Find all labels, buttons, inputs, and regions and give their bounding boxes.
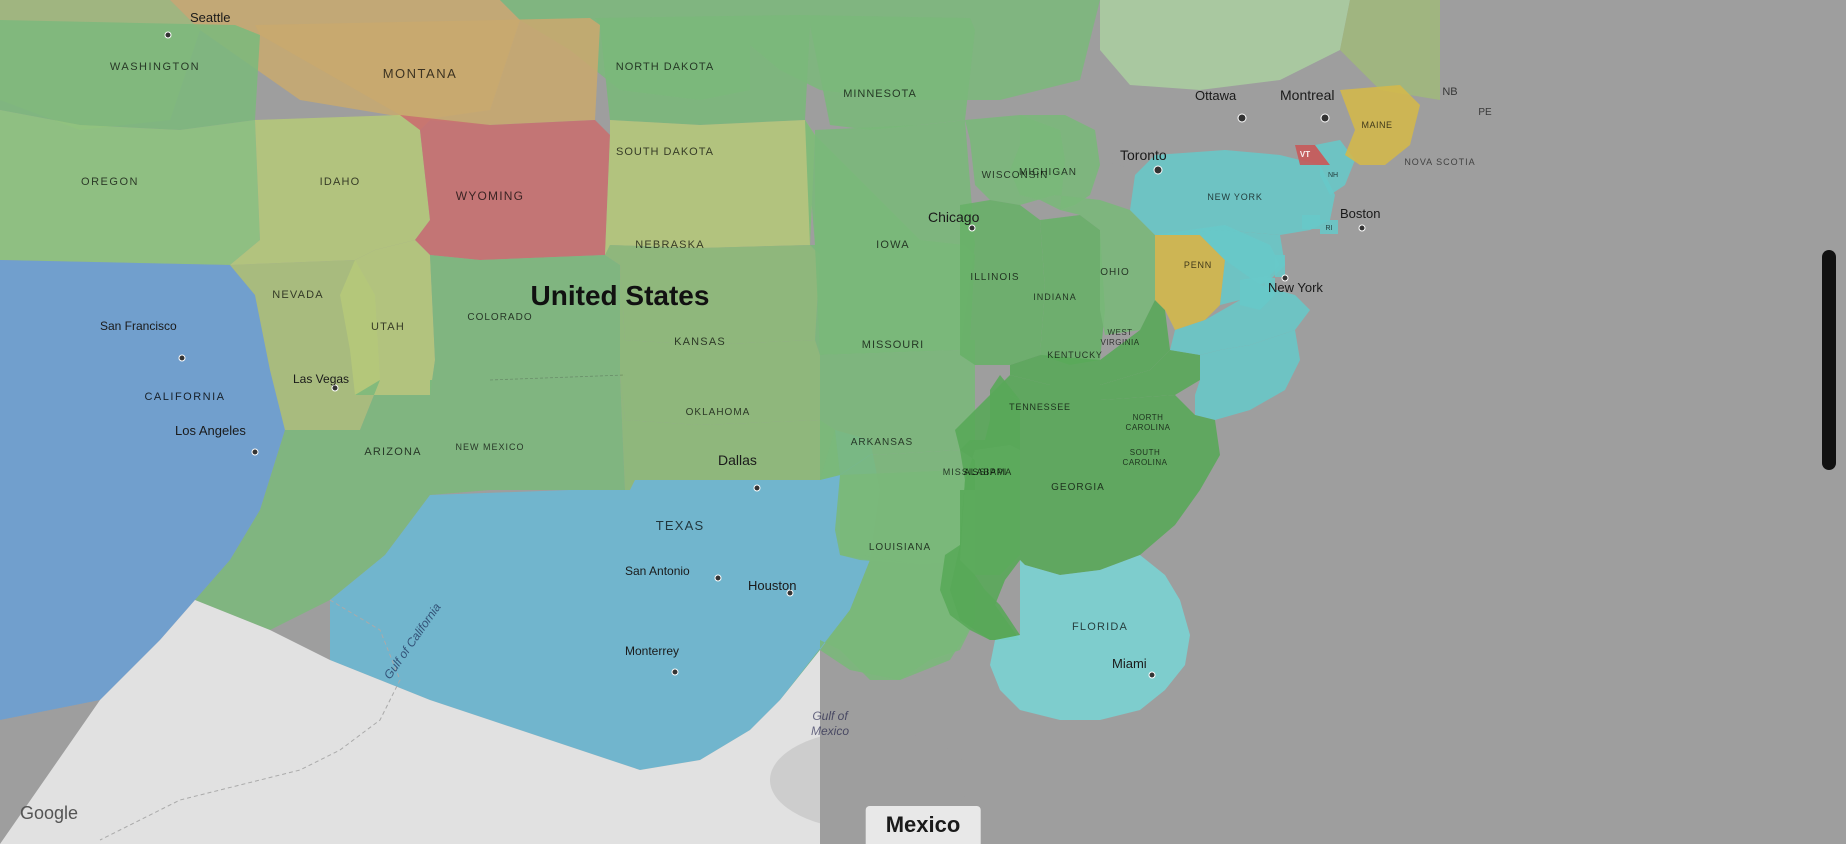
svg-text:CAROLINA: CAROLINA bbox=[1126, 423, 1171, 432]
svg-text:OHIO: OHIO bbox=[1100, 267, 1130, 278]
svg-text:Gulf of: Gulf of bbox=[812, 709, 849, 723]
svg-text:NB: NB bbox=[1442, 86, 1457, 98]
svg-text:IOWA: IOWA bbox=[876, 239, 910, 251]
svg-text:TENNESSEE: TENNESSEE bbox=[1009, 402, 1071, 412]
svg-text:UTAH: UTAH bbox=[371, 321, 405, 333]
google-logo: Google bbox=[20, 803, 78, 824]
svg-text:KANSAS: KANSAS bbox=[674, 336, 726, 348]
svg-text:NORTH DAKOTA: NORTH DAKOTA bbox=[616, 61, 714, 73]
svg-text:Mexico: Mexico bbox=[811, 724, 849, 738]
svg-text:NOVA SCOTIA: NOVA SCOTIA bbox=[1404, 157, 1475, 167]
svg-text:ARKANSAS: ARKANSAS bbox=[851, 437, 913, 448]
svg-text:NH: NH bbox=[1328, 172, 1338, 179]
svg-text:NEW MEXICO: NEW MEXICO bbox=[455, 442, 524, 452]
svg-text:NEVADA: NEVADA bbox=[272, 289, 324, 301]
usa-map-svg[interactable]: United States WASHINGTON OREGON CALIFORN… bbox=[0, 0, 1846, 844]
svg-text:San Antonio: San Antonio bbox=[625, 564, 690, 578]
svg-text:COLORADO: COLORADO bbox=[467, 312, 532, 323]
svg-text:SOUTH: SOUTH bbox=[1130, 448, 1161, 457]
svg-text:VIRGINIA: VIRGINIA bbox=[1100, 338, 1139, 347]
svg-text:Toronto: Toronto bbox=[1120, 147, 1167, 163]
svg-text:MICHIGAN: MICHIGAN bbox=[1019, 167, 1077, 178]
svg-text:Boston: Boston bbox=[1340, 206, 1380, 221]
svg-text:Seattle: Seattle bbox=[190, 10, 230, 25]
svg-text:Miami: Miami bbox=[1112, 656, 1147, 671]
svg-text:Ottawa: Ottawa bbox=[1195, 88, 1237, 103]
mexico-label: Mexico bbox=[866, 806, 981, 844]
svg-text:New York: New York bbox=[1268, 280, 1323, 295]
svg-text:VT: VT bbox=[1300, 150, 1310, 159]
svg-text:CALIFORNIA: CALIFORNIA bbox=[144, 391, 225, 403]
svg-text:SOUTH DAKOTA: SOUTH DAKOTA bbox=[616, 146, 714, 158]
svg-text:NEW YORK: NEW YORK bbox=[1207, 192, 1262, 202]
svg-text:Monterrey: Monterrey bbox=[625, 644, 679, 658]
svg-text:CAROLINA: CAROLINA bbox=[1123, 458, 1168, 467]
svg-text:MONTANA: MONTANA bbox=[383, 66, 458, 81]
svg-text:RI: RI bbox=[1326, 225, 1333, 232]
svg-text:MISSOURI: MISSOURI bbox=[862, 339, 924, 351]
svg-text:WEST: WEST bbox=[1107, 328, 1132, 337]
svg-text:PENN: PENN bbox=[1184, 260, 1212, 270]
svg-text:Montreal: Montreal bbox=[1280, 87, 1334, 103]
svg-text:ARIZONA: ARIZONA bbox=[364, 446, 421, 458]
svg-text:INDIANA: INDIANA bbox=[1033, 292, 1077, 302]
svg-text:OKLAHOMA: OKLAHOMA bbox=[686, 407, 751, 418]
svg-text:Houston: Houston bbox=[748, 578, 796, 593]
svg-text:IDAHO: IDAHO bbox=[320, 176, 361, 188]
svg-text:Chicago: Chicago bbox=[928, 209, 980, 225]
scrollbar-pill[interactable] bbox=[1822, 250, 1836, 470]
svg-text:Los Angeles: Los Angeles bbox=[175, 423, 246, 438]
svg-text:WYOMING: WYOMING bbox=[456, 189, 524, 203]
svg-text:LOUISIANA: LOUISIANA bbox=[869, 542, 931, 553]
svg-text:MINNESOTA: MINNESOTA bbox=[843, 88, 917, 100]
svg-text:MAINE: MAINE bbox=[1361, 120, 1392, 130]
svg-text:NORTH: NORTH bbox=[1133, 413, 1164, 422]
svg-text:FLORIDA: FLORIDA bbox=[1072, 621, 1128, 633]
svg-text:Dallas: Dallas bbox=[718, 452, 757, 468]
svg-text:TEXAS: TEXAS bbox=[656, 518, 705, 533]
svg-text:GEORGIA: GEORGIA bbox=[1051, 482, 1105, 493]
svg-text:NEBRASKA: NEBRASKA bbox=[635, 239, 705, 251]
svg-text:Las Vegas: Las Vegas bbox=[293, 372, 349, 386]
svg-text:KENTUCKY: KENTUCKY bbox=[1047, 350, 1102, 360]
country-label: United States bbox=[531, 280, 710, 311]
svg-text:PE: PE bbox=[1478, 107, 1492, 118]
svg-text:ALABAMA: ALABAMA bbox=[964, 467, 1012, 477]
svg-text:WASHINGTON: WASHINGTON bbox=[110, 61, 200, 73]
svg-text:San Francisco: San Francisco bbox=[100, 319, 177, 333]
map-container: United States WASHINGTON OREGON CALIFORN… bbox=[0, 0, 1846, 844]
svg-text:ILLINOIS: ILLINOIS bbox=[970, 272, 1019, 283]
svg-text:OREGON: OREGON bbox=[81, 176, 139, 188]
